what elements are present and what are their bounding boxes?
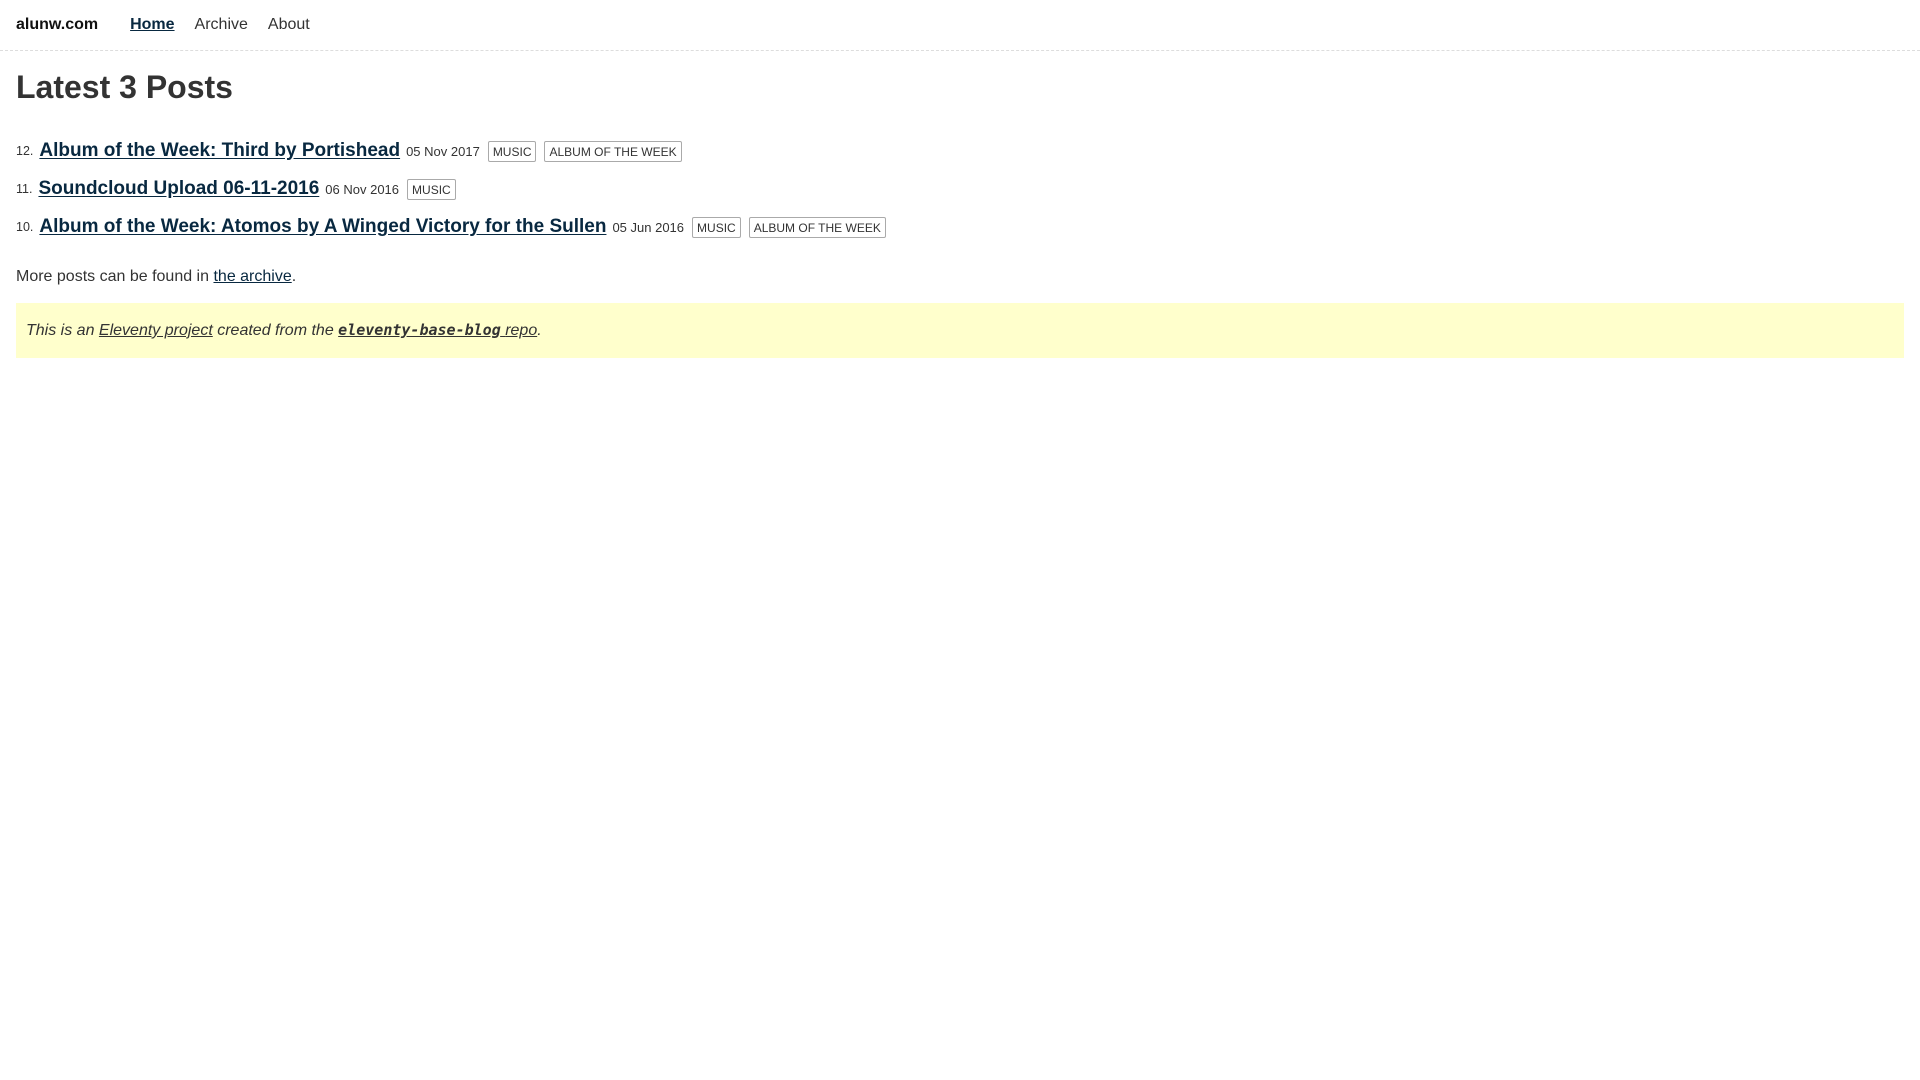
post-item: 12. Album of the Week: Third by Portishe… <box>16 132 1904 170</box>
post-title-link[interactable]: Album of the Week: Atomos by A Winged Vi… <box>39 216 606 238</box>
post-date: 05 Jun 2016 <box>612 219 685 235</box>
more-posts-period: . <box>291 268 297 285</box>
more-posts-text: More posts can be found in the archive. <box>16 268 1904 286</box>
repo-suffix: repo <box>505 322 538 339</box>
tag-music[interactable]: MUSIC <box>407 178 456 200</box>
post-number: 11. <box>16 182 33 196</box>
post-number: 12. <box>16 144 34 158</box>
tag-music[interactable]: MUSIC <box>487 140 537 162</box>
nav-item-home[interactable]: Home <box>130 16 174 34</box>
message-period: . <box>537 322 542 339</box>
post-title-link[interactable]: Album of the Week: Third by Portishead <box>39 140 400 162</box>
post-item: 10. Album of the Week: Atomos by A Winge… <box>16 208 1904 246</box>
archive-link[interactable]: the archive <box>213 268 291 285</box>
post-title-link[interactable]: Soundcloud Upload 06-11-2016 <box>38 178 319 200</box>
site-title-link[interactable]: alunw.com <box>16 16 98 34</box>
tag-music[interactable]: MUSIC <box>692 216 741 238</box>
info-message-box: This is an Eleventy project created from… <box>16 303 1904 358</box>
main-content: Latest 3 Posts 12. Album of the Week: Th… <box>0 69 1920 358</box>
nav-item-about[interactable]: About <box>268 16 310 34</box>
post-date: 06 Nov 2016 <box>325 181 400 197</box>
tag-album-of-the-week[interactable]: ALBUM OF THE WEEK <box>748 216 886 238</box>
post-list: 12. Album of the Week: Third by Portishe… <box>16 132 1904 246</box>
repo-link[interactable]: eleventy-base-blog repo <box>338 321 538 339</box>
post-number: 10. <box>16 220 34 234</box>
site-header: alunw.com Home Archive About <box>0 0 1920 51</box>
main-nav: Home Archive About <box>130 16 310 34</box>
page-title: Latest 3 Posts <box>16 69 233 105</box>
message-prefix: This is an <box>26 322 95 339</box>
tag-album-of-the-week[interactable]: ALBUM OF THE WEEK <box>544 140 682 162</box>
eleventy-project-link[interactable]: Eleventy project <box>99 322 213 339</box>
post-item: 11. Soundcloud Upload 06-11-2016 06 Nov … <box>16 170 1904 208</box>
repo-code: eleventy-base-blog <box>338 321 501 339</box>
nav-item-archive[interactable]: Archive <box>195 16 248 34</box>
message-middle: created from the <box>217 322 334 339</box>
post-date: 05 Nov 2017 <box>406 143 480 159</box>
more-posts-label: More posts can be found in <box>16 268 210 285</box>
